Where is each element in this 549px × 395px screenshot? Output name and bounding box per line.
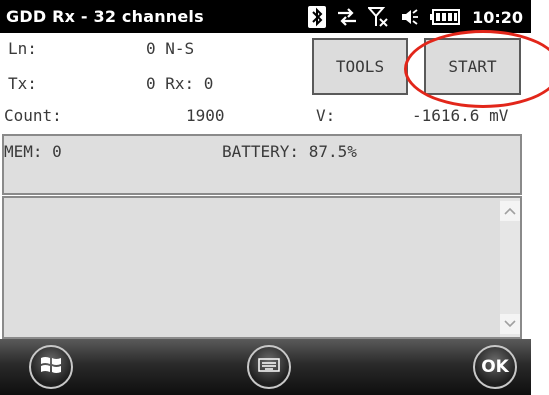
no-signal-icon[interactable] — [368, 6, 390, 28]
scroll-down-arrow-icon[interactable] — [500, 314, 520, 334]
bottom-bar: OK — [0, 339, 531, 395]
scroll-up-arrow-icon[interactable] — [500, 201, 520, 221]
keyboard-icon — [258, 357, 280, 377]
volume-icon[interactable] — [400, 7, 420, 27]
main-window: Ln: 0 N-S Tx: 0 Rx: 0 Count: 1900 V: -16… — [0, 33, 531, 339]
count-label: Count: — [4, 106, 62, 125]
start-button[interactable]: START — [424, 38, 521, 95]
ok-button[interactable]: OK — [473, 345, 517, 389]
keyboard-button[interactable] — [247, 345, 291, 389]
windows-start-button[interactable] — [29, 345, 73, 389]
data-sync-icon[interactable] — [336, 7, 358, 27]
count-value: 1900 — [186, 106, 225, 125]
tools-button[interactable]: TOOLS — [312, 38, 408, 95]
window-title: GDD Rx - 32 channels — [6, 7, 204, 26]
status-panel: MEM: 0 BATTERY: 87.5% — [2, 134, 522, 195]
windows-start-icon — [39, 354, 63, 381]
ln-value: 0 N-S — [146, 39, 195, 58]
battery-readout: BATTERY: 87.5% — [222, 142, 357, 161]
scrollbar[interactable] — [500, 198, 520, 337]
tx-rx-value: 0 Rx: 0 — [146, 74, 214, 93]
bluetooth-icon[interactable] — [308, 6, 327, 28]
mem-readout: MEM: 0 — [4, 142, 62, 161]
tx-label: Tx: — [8, 74, 37, 93]
status-bar: GDD Rx - 32 channels 10:20 — [0, 0, 531, 33]
status-icons: 10:20 — [308, 4, 523, 30]
voltage-label: V: — [316, 106, 336, 125]
clock[interactable]: 10:20 — [472, 8, 523, 27]
battery-icon[interactable] — [430, 9, 461, 25]
voltage-value: -1616.6 mV — [412, 106, 509, 125]
log-panel[interactable] — [2, 196, 522, 339]
ln-label: Ln: — [8, 39, 37, 58]
